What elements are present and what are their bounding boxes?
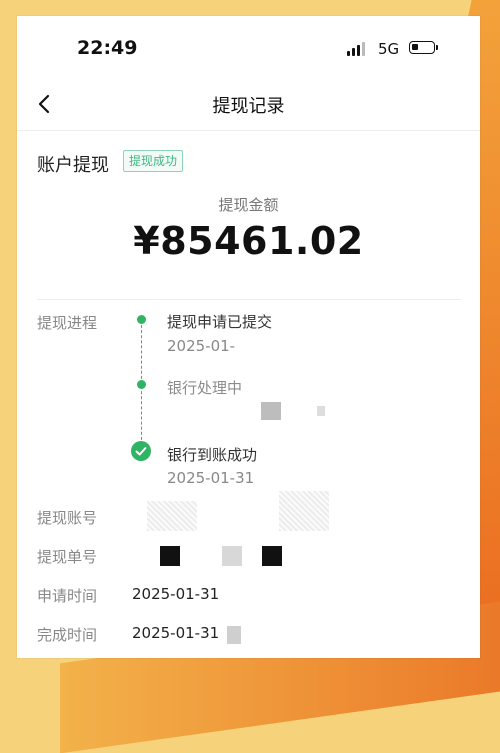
page-title: 提现记录 [212,96,285,117]
redaction-noise [279,491,329,531]
redaction-block [227,626,241,644]
redaction-block [222,546,242,566]
complete-time-label: 完成时间 [37,626,98,644]
apply-time-value: 2025-01-31 [132,585,220,603]
status-time: 22:49 [77,37,138,59]
step-title: 银行到账成功 [167,446,258,464]
redaction-block [261,402,281,420]
redaction-block [160,546,180,566]
section-title: 账户提现 [37,155,109,176]
battery-icon [409,41,438,54]
timeline-dot [137,380,146,389]
order-number-label: 提现单号 [37,548,98,566]
divider [37,299,461,300]
timeline-dot [137,315,146,324]
apply-time-label: 申请时间 [37,587,98,605]
amount-label: 提现金额 [218,196,279,214]
redaction-noise [147,501,197,531]
network-label: 5G [378,40,400,58]
status-bar: 22:49 5G [17,16,480,78]
step-title: 银行处理中 [167,379,243,397]
redaction-block [317,406,325,416]
progress-label: 提现进程 [37,314,98,332]
check-circle-icon [131,441,151,461]
step-title: 提现申请已提交 [167,313,273,331]
signal-icon [347,42,369,56]
amount-value: ¥85461.02 [133,219,364,263]
nav-bar: 提现记录 [17,78,480,131]
phone-screen: 22:49 5G 提现记录 账户提现 提现成功 提现金额 ¥85461.02 提… [17,16,480,658]
redaction-block [262,546,282,566]
account-label: 提现账号 [37,509,98,527]
step-time: 2025-01- [167,337,236,355]
step-time: 2025-01-31 [167,469,255,487]
status-badge: 提现成功 [123,150,184,172]
complete-time-value: 2025-01-31 [132,624,220,642]
